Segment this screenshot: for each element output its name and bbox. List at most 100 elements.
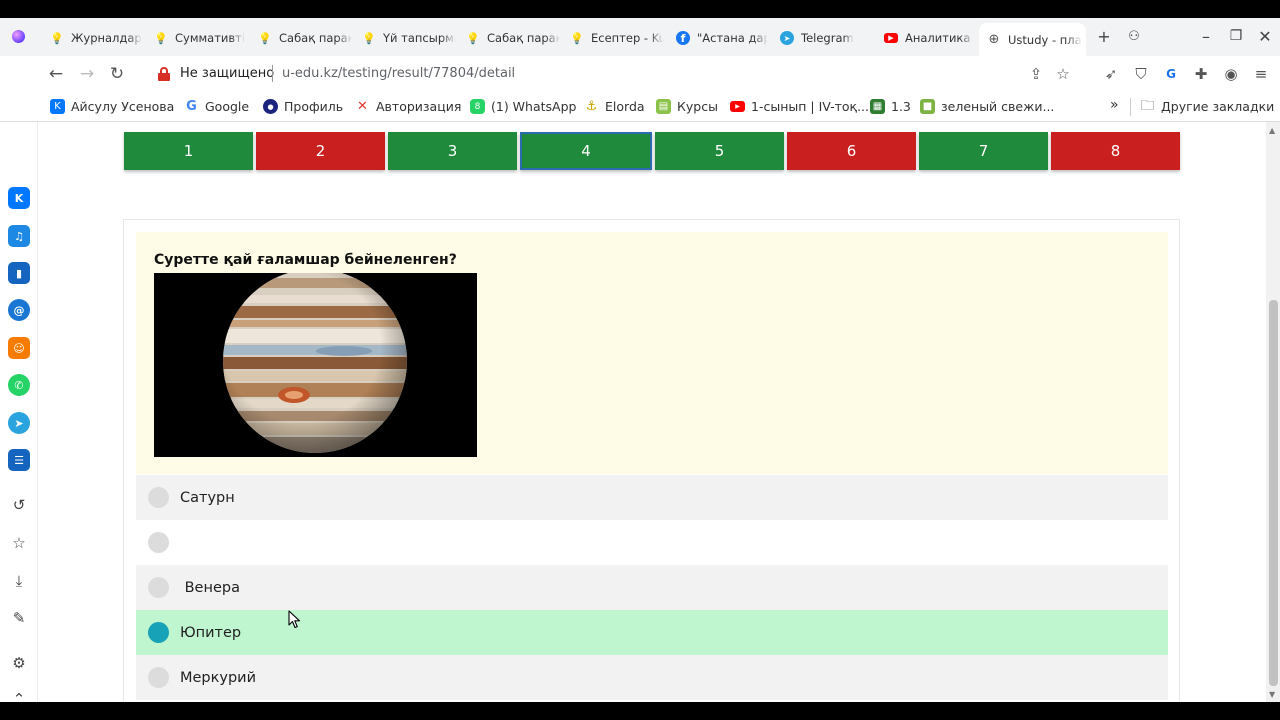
bookmark-item[interactable]: ✕ Авторизация bbox=[355, 99, 461, 114]
profile-icon[interactable]: ◉ bbox=[1221, 64, 1241, 84]
rocket-icon[interactable]: ➶ bbox=[1101, 64, 1121, 84]
question-nav-button-6[interactable]: 6 bbox=[787, 132, 916, 170]
vk-icon[interactable]: K bbox=[8, 187, 30, 209]
question-nav-button-2[interactable]: 2 bbox=[256, 132, 385, 170]
menu-icon[interactable]: ≡ bbox=[1251, 64, 1271, 84]
mail-icon[interactable]: @ bbox=[8, 299, 30, 321]
whatsapp-icon[interactable]: ✆ bbox=[8, 374, 30, 396]
scroll-down-icon[interactable]: ▼ bbox=[1269, 690, 1275, 699]
option-label: Меркурий bbox=[180, 669, 257, 686]
browser-logo-icon[interactable] bbox=[12, 30, 25, 43]
answer-option-2[interactable] bbox=[136, 520, 1168, 565]
bookmarks-divider bbox=[1130, 98, 1131, 116]
tab-4[interactable]: 💡 Үй тапсырма bbox=[362, 24, 456, 52]
telegram-icon[interactable]: ➤ bbox=[8, 412, 30, 434]
downloads-icon[interactable]: ⤓ bbox=[8, 570, 30, 592]
odnoklassniki-icon[interactable]: ☺ bbox=[8, 337, 30, 359]
radio-button[interactable] bbox=[148, 577, 169, 598]
radio-button[interactable] bbox=[148, 667, 169, 688]
tab-5[interactable]: 💡 Сабақ парақ bbox=[466, 24, 560, 52]
tab-6[interactable]: 💡 Есептер - Ku bbox=[570, 24, 664, 52]
option-label: Юпитер bbox=[180, 624, 242, 641]
shield-icon[interactable]: ⛉ bbox=[1131, 64, 1151, 84]
tab-8[interactable]: ➤ Telegram bbox=[780, 24, 870, 52]
other-bookmarks-label: Другие закладки bbox=[1161, 99, 1275, 114]
option-label: Венера bbox=[180, 579, 240, 596]
bookmark-item[interactable]: ▶ 1-сынып | IV-тоқ... bbox=[730, 99, 869, 114]
pin-icon[interactable]: ✎ bbox=[8, 607, 30, 629]
bookmark-item[interactable]: ▦ 1.3 bbox=[870, 99, 911, 114]
tab-9[interactable]: ▶ Аналитика п bbox=[884, 24, 974, 52]
bookmark-item[interactable]: ▤ Курсы bbox=[656, 99, 718, 114]
forward-button[interactable]: → bbox=[76, 63, 98, 85]
page-scrollbar[interactable]: ▲ ▼ bbox=[1266, 122, 1280, 702]
list-icon[interactable]: ☰ bbox=[8, 449, 30, 471]
tab-strip: 💡 Журналдар - 💡 Суммативті 💡 Сабақ парақ… bbox=[0, 18, 1280, 56]
question-navigator: 1 2 3 4 5 6 7 8 bbox=[124, 132, 1183, 170]
share-icon[interactable]: ⇪ bbox=[1026, 64, 1046, 84]
close-window-button[interactable]: ✕ bbox=[1255, 27, 1275, 46]
history-icon[interactable]: ↺ bbox=[8, 494, 30, 516]
tab-3[interactable]: 💡 Сабақ парақ bbox=[258, 24, 352, 52]
globe-icon: ⊕ bbox=[988, 32, 1000, 47]
question-nav-button-7[interactable]: 7 bbox=[919, 132, 1048, 170]
scroll-up-icon[interactable]: ▲ bbox=[1269, 126, 1275, 135]
question-nav-button-3[interactable]: 3 bbox=[388, 132, 517, 170]
courses-icon: ▤ bbox=[656, 99, 671, 114]
reload-button[interactable]: ↻ bbox=[106, 63, 128, 85]
elorda-icon: ⚓ bbox=[585, 99, 598, 114]
option-label: Сатурн bbox=[180, 489, 235, 506]
address-bar[interactable]: u-edu.kz/testing/result/77804/detail bbox=[282, 66, 515, 81]
tab-1[interactable]: 💡 Журналдар - bbox=[50, 24, 142, 52]
tab-label: "Астана дар bbox=[697, 31, 768, 45]
folder-icon: 🗀 bbox=[1140, 97, 1155, 114]
bookmark-item[interactable]: ● Профиль bbox=[263, 99, 343, 114]
tab-search-icon[interactable]: ⚇ bbox=[1124, 29, 1144, 44]
restore-button[interactable]: ❐ bbox=[1226, 28, 1246, 44]
collapse-icon[interactable]: ⌃ bbox=[8, 688, 30, 702]
stats-icon[interactable]: ▮ bbox=[8, 262, 30, 284]
mouse-cursor-icon bbox=[288, 610, 301, 629]
bookmark-item[interactable]: ⚓ Elorda bbox=[584, 99, 645, 114]
jupiter-image bbox=[154, 273, 477, 457]
back-button[interactable]: ← bbox=[45, 63, 67, 85]
other-bookmarks-folder[interactable]: 🗀 Другие закладки bbox=[1140, 97, 1275, 115]
radio-button-selected[interactable] bbox=[148, 622, 169, 643]
question-nav-button-8[interactable]: 8 bbox=[1051, 132, 1180, 170]
minimize-button[interactable]: – bbox=[1196, 27, 1216, 46]
tab-2[interactable]: 💡 Суммативті bbox=[154, 24, 246, 52]
extensions-icon[interactable]: ✚ bbox=[1191, 64, 1211, 84]
bookmark-label: Айсулу Усенова bbox=[71, 99, 175, 114]
question-nav-button-5[interactable]: 5 bbox=[655, 132, 784, 170]
tab-10-active[interactable]: ⊕ Ustudy - пла bbox=[979, 23, 1086, 56]
security-warning[interactable]: Не защищено bbox=[180, 66, 274, 81]
answer-option-3[interactable]: Венера bbox=[136, 565, 1168, 610]
settings-icon[interactable]: ⚙ bbox=[8, 652, 30, 674]
scroll-thumb[interactable] bbox=[1269, 300, 1278, 686]
question-nav-button-4[interactable]: 4 bbox=[520, 132, 652, 170]
favorites-icon[interactable]: ☆ bbox=[8, 532, 30, 554]
translate-icon[interactable]: G bbox=[1161, 64, 1181, 84]
answer-option-5[interactable]: Меркурий bbox=[136, 655, 1168, 700]
bookmark-item[interactable]: K Айсулу Усенова bbox=[50, 99, 174, 114]
radio-button[interactable] bbox=[148, 487, 169, 508]
bookmark-star-icon[interactable]: ☆ bbox=[1053, 64, 1073, 84]
answer-option-1[interactable]: Сатурн bbox=[136, 475, 1168, 520]
bookmarks-overflow-button[interactable]: » bbox=[1110, 97, 1119, 113]
bookmark-label: 1.3 bbox=[891, 99, 911, 114]
tab-7[interactable]: f "Астана дар bbox=[676, 24, 768, 52]
question-area: Суретте қай ғаламшар бейнеленген? bbox=[136, 232, 1168, 474]
radio-button[interactable] bbox=[148, 532, 169, 553]
music-icon[interactable]: ♫ bbox=[8, 225, 30, 247]
vk-icon: K bbox=[50, 99, 65, 114]
youtube-icon: ▶ bbox=[884, 33, 898, 43]
bookmark-item[interactable]: G Google bbox=[184, 99, 249, 114]
bookmark-label: (1) WhatsApp bbox=[491, 99, 577, 114]
question-nav-button-1[interactable]: 1 bbox=[124, 132, 253, 170]
lightbulb-icon: 💡 bbox=[362, 31, 376, 45]
insecure-lock-icon[interactable] bbox=[158, 67, 170, 81]
new-tab-button[interactable]: + bbox=[1094, 27, 1114, 46]
tab-label: Ustudy - пла bbox=[1008, 32, 1082, 47]
bookmark-item[interactable]: 8 (1) WhatsApp bbox=[470, 99, 576, 114]
bookmark-item[interactable]: ■ зеленый свежи... bbox=[920, 99, 1054, 114]
